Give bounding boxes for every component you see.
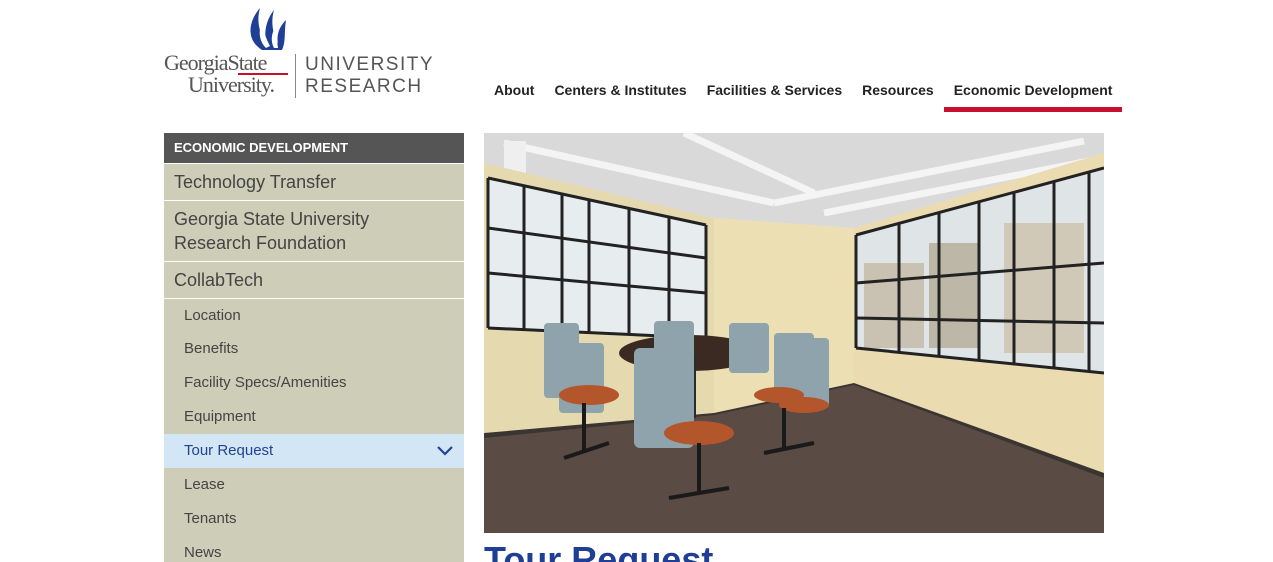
- sidebar-subitem-label: Location: [184, 307, 241, 324]
- sidebar-subitem-label: Equipment: [184, 408, 256, 425]
- section-sidebar: ECONOMIC DEVELOPMENT Technology Transfer…: [164, 133, 464, 562]
- sidebar-subitem-location[interactable]: Location: [164, 298, 464, 332]
- logo-unit-line1: UNIVERSITY: [305, 54, 435, 75]
- nav-economic-development[interactable]: Economic Development: [943, 78, 1123, 112]
- sidebar-subitem-benefits[interactable]: Benefits: [164, 332, 464, 366]
- sidebar-subitem-equipment[interactable]: Equipment: [164, 400, 464, 434]
- sidebar-subitem-label: Tour Request: [184, 442, 274, 459]
- sidebar-subitem-label: Tenants: [184, 510, 237, 527]
- sidebar-subitem-label: News: [184, 544, 222, 561]
- page-title: Tour Request: [484, 539, 714, 562]
- sidebar-header[interactable]: ECONOMIC DEVELOPMENT: [164, 133, 464, 163]
- sidebar-subitem-lease[interactable]: Lease: [164, 468, 464, 502]
- chevron-down-icon[interactable]: [436, 442, 454, 460]
- sidebar-subitem-label: Lease: [184, 476, 225, 493]
- nav-centers-institutes[interactable]: Centers & Institutes: [544, 78, 696, 112]
- sidebar-subitem-tenants[interactable]: Tenants: [164, 502, 464, 536]
- sidebar-item-collabtech[interactable]: CollabTech: [164, 261, 464, 298]
- sidebar-subitem-facility-specs[interactable]: Facility Specs/Amenities: [164, 366, 464, 400]
- logo-unit-line2: RESEARCH: [305, 76, 423, 97]
- logo-wordmark-line2: University.: [188, 72, 275, 97]
- sidebar-subitem-label: Facility Specs/Amenities: [184, 374, 347, 391]
- sidebar-subitem-tour-request[interactable]: Tour Request: [164, 434, 464, 468]
- flame-logo-icon: [250, 8, 286, 50]
- nav-resources[interactable]: Resources: [852, 78, 944, 112]
- gsu-research-logo[interactable]: GeorgiaState University. UNIVERSITY RESE…: [164, 0, 434, 110]
- sidebar-subitem-news[interactable]: News: [164, 536, 464, 562]
- main-navigation: About Centers & Institutes Facilities & …: [484, 78, 1123, 112]
- conference-room-photo: [484, 133, 1104, 533]
- sidebar-subitem-label: Benefits: [184, 340, 239, 357]
- nav-about[interactable]: About: [484, 78, 544, 112]
- sidebar-item-research-foundation[interactable]: Georgia State University Research Founda…: [164, 200, 464, 261]
- nav-facilities-services[interactable]: Facilities & Services: [697, 78, 852, 112]
- sidebar-item-technology-transfer[interactable]: Technology Transfer: [164, 163, 464, 200]
- logo-divider: [295, 54, 296, 98]
- conference-room-illustration: [484, 133, 1104, 533]
